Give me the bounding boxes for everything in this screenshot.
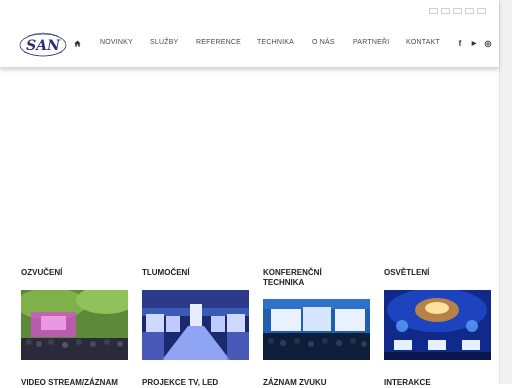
service-photo-osvetleni[interactable] bbox=[384, 290, 491, 360]
service-title: KONFERENČNÍ TECHNIKA bbox=[263, 268, 322, 287]
service-title: OZVUČENÍ bbox=[21, 268, 63, 277]
site-logo[interactable]: SAN bbox=[18, 30, 68, 58]
instagram-icon[interactable]: ◎ bbox=[484, 40, 492, 48]
service-title: PROJEKCE TV, LED bbox=[142, 378, 219, 387]
concert-photo bbox=[21, 290, 128, 360]
page-scrollbar[interactable] bbox=[499, 0, 512, 384]
service-photo-tlumoceni[interactable] bbox=[142, 290, 249, 360]
service-title: TLUMOČENÍ bbox=[142, 268, 190, 277]
service-card-osvetleni[interactable]: OSVĚTLENÍ bbox=[384, 268, 491, 278]
service-card-interakce[interactable]: INTERAKCE bbox=[384, 378, 491, 388]
youtube-icon[interactable]: ▶ bbox=[470, 40, 478, 48]
nav-o-nas[interactable]: O NÁS bbox=[312, 39, 335, 46]
nav-novinky[interactable]: NOVINKY bbox=[100, 39, 133, 46]
svg-text:SAN: SAN bbox=[26, 38, 61, 54]
service-card-video-stream[interactable]: VIDEO STREAM/ZÁZNAM bbox=[21, 378, 128, 388]
facebook-icon[interactable]: f bbox=[456, 40, 464, 48]
service-photo-konferencni-technika[interactable] bbox=[263, 299, 370, 360]
service-title: VIDEO STREAM/ZÁZNAM bbox=[21, 378, 118, 387]
cz-flag-icon[interactable] bbox=[429, 8, 438, 14]
service-title: ZÁZNAM ZVUKU bbox=[263, 378, 327, 387]
pl-flag-icon[interactable] bbox=[465, 8, 474, 14]
service-card-zaznam-zvuku[interactable]: ZÁZNAM ZVUKU bbox=[263, 378, 370, 388]
nav-reference[interactable]: REFERENCE bbox=[196, 39, 241, 46]
service-card-konferencni-technika[interactable]: KONFERENČNÍ TECHNIKA bbox=[263, 268, 370, 288]
service-photo-ozvuceni[interactable] bbox=[21, 290, 128, 360]
interpreting-booths-photo bbox=[142, 290, 249, 360]
lighting-photo bbox=[384, 290, 491, 360]
service-title: OSVĚTLENÍ bbox=[384, 268, 430, 277]
nav-technika[interactable]: TECHNIKA bbox=[257, 39, 294, 46]
nav-kontakt[interactable]: KONTAKT bbox=[406, 39, 440, 46]
service-card-ozvuceni[interactable]: OZVUČENÍ bbox=[21, 268, 128, 278]
de-flag-icon[interactable] bbox=[453, 8, 462, 14]
social-links: f ▶ ◎ bbox=[456, 40, 496, 49]
home-icon[interactable] bbox=[74, 40, 81, 47]
language-switcher bbox=[429, 8, 487, 14]
nav-partneri[interactable]: PARTNEŘI bbox=[353, 39, 389, 46]
ru-flag-icon[interactable] bbox=[477, 8, 486, 14]
service-title: INTERAKCE bbox=[384, 378, 431, 387]
hero-area bbox=[0, 69, 499, 259]
san-logo-icon: SAN bbox=[19, 32, 67, 57]
service-card-tlumoceni[interactable]: TLUMOČENÍ bbox=[142, 268, 249, 278]
site-header: SAN NOVINKY SLUŽBY REFERENCE TECHNIKA O … bbox=[0, 0, 499, 68]
conference-photo bbox=[263, 299, 370, 360]
service-card-projekce[interactable]: PROJEKCE TV, LED bbox=[142, 378, 249, 388]
uk-flag-icon[interactable] bbox=[441, 8, 450, 14]
nav-sluzby[interactable]: SLUŽBY bbox=[150, 39, 178, 46]
